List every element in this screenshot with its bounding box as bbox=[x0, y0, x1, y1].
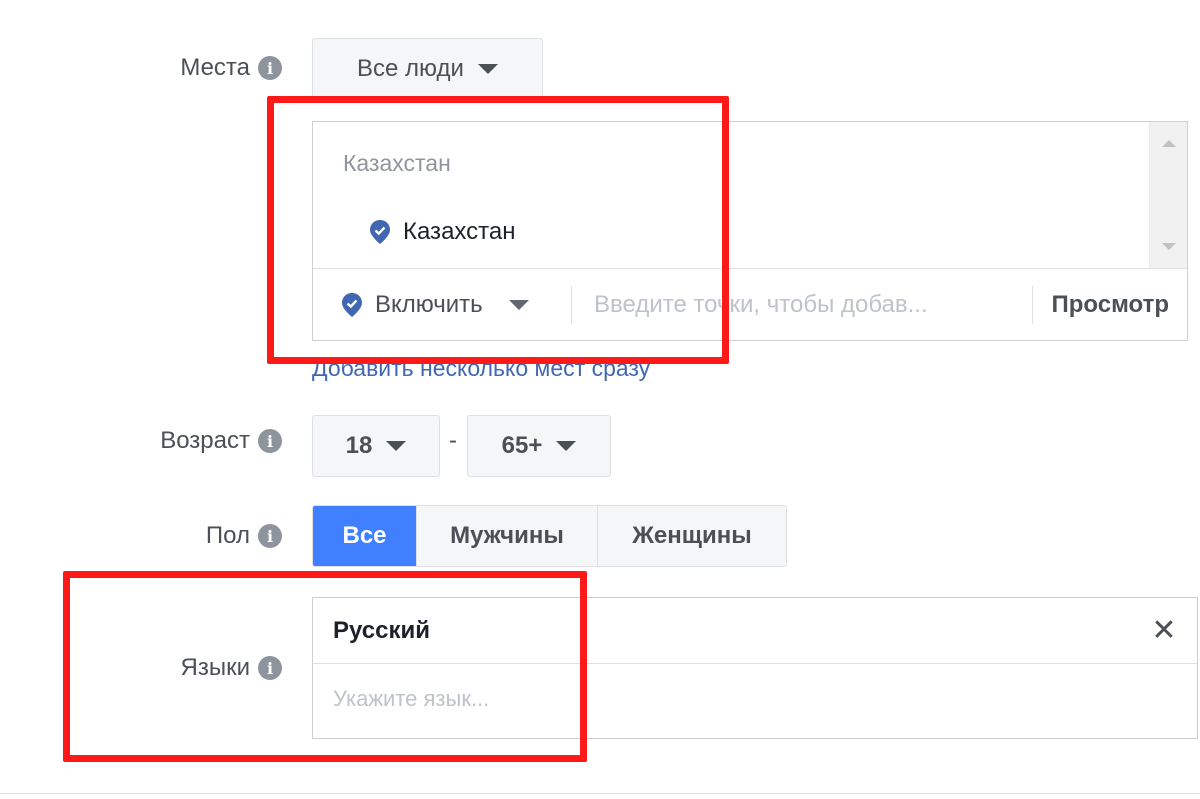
caret-down-icon bbox=[386, 441, 407, 451]
info-icon[interactable]: i bbox=[258, 524, 282, 548]
age-min-dropdown[interactable]: 18 bbox=[312, 415, 440, 477]
locations-label: Места bbox=[180, 54, 250, 81]
close-icon[interactable]: ✕ bbox=[1131, 613, 1197, 648]
age-max-dropdown[interactable]: 65+ bbox=[467, 415, 611, 477]
audience-dropdown[interactable]: Все люди bbox=[312, 38, 543, 100]
locations-label-row: Места i bbox=[140, 50, 282, 86]
gender-label: Пол bbox=[205, 522, 250, 549]
gender-option-all[interactable]: Все bbox=[313, 506, 417, 566]
scroll-up-icon[interactable] bbox=[1162, 140, 1176, 147]
locations-scrollbar[interactable] bbox=[1149, 122, 1187, 268]
info-icon[interactable]: i bbox=[258, 429, 282, 453]
gender-option-women[interactable]: Женщины bbox=[598, 506, 786, 566]
gender-option-men[interactable]: Мужчины bbox=[417, 506, 598, 566]
age-label-row: Возраст i bbox=[100, 423, 282, 459]
audience-dropdown-label: Все люди bbox=[357, 55, 464, 82]
browse-button[interactable]: Просмотр bbox=[1033, 291, 1187, 319]
divider bbox=[0, 793, 1200, 794]
age-label: Возраст bbox=[160, 427, 250, 454]
age-separator: - bbox=[449, 427, 457, 454]
scroll-down-icon[interactable] bbox=[1162, 243, 1176, 250]
gender-label-row: Пол i bbox=[140, 518, 282, 554]
gender-selector: Все Мужчины Женщины bbox=[312, 505, 787, 567]
age-max-value: 65+ bbox=[501, 432, 543, 459]
caret-down-icon bbox=[477, 64, 498, 74]
highlight-box-languages bbox=[63, 571, 587, 762]
caret-down-icon bbox=[556, 441, 577, 451]
info-icon[interactable]: i bbox=[258, 56, 282, 80]
age-min-value: 18 bbox=[345, 432, 373, 459]
highlight-box-locations bbox=[267, 96, 729, 364]
